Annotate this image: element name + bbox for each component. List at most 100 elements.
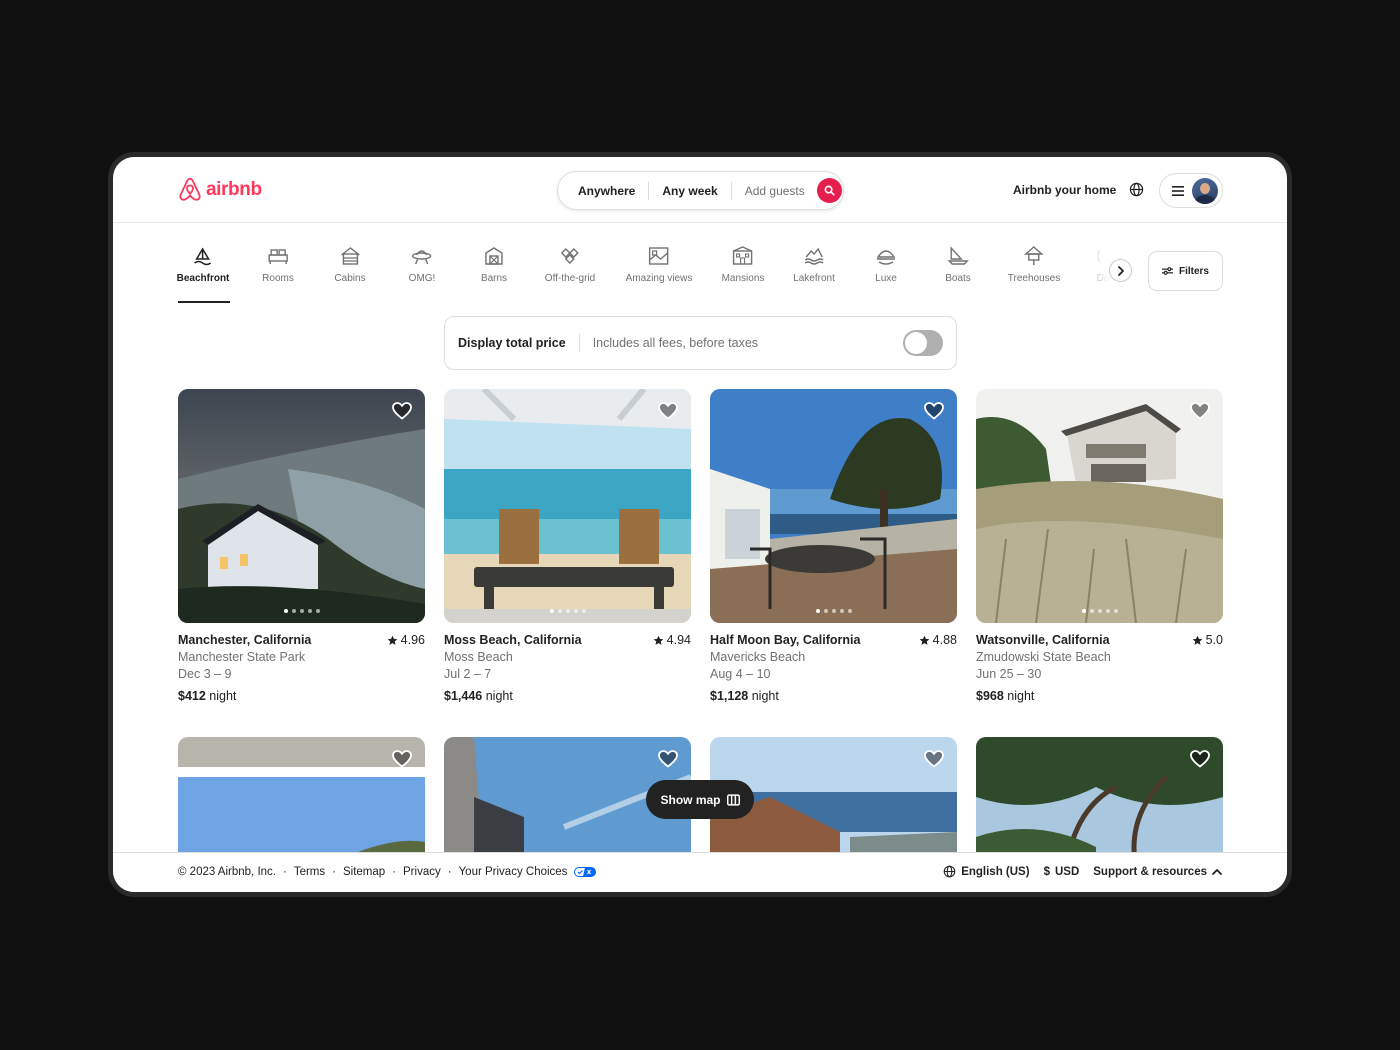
airbnb-logo[interactable]: airbnb bbox=[178, 177, 262, 203]
search-bar[interactable]: Anywhere Any week Add guests bbox=[557, 171, 844, 210]
currency-label: USD bbox=[1054, 865, 1080, 878]
show-map-button[interactable]: Show map bbox=[646, 780, 754, 819]
language-selector[interactable]: English (US) bbox=[943, 865, 1030, 878]
category-label: Amazing views bbox=[625, 273, 693, 284]
search-button[interactable] bbox=[816, 178, 842, 203]
category-treehouses[interactable]: Treehouses bbox=[1008, 245, 1060, 284]
user-menu-button[interactable] bbox=[1159, 173, 1223, 208]
listing-title: Half Moon Bay, California bbox=[710, 633, 861, 647]
privacy-choices-icon bbox=[574, 867, 597, 877]
category-label: OMG! bbox=[408, 273, 436, 284]
category-label: Boats bbox=[945, 273, 971, 284]
luxe-icon bbox=[875, 245, 897, 267]
heart-icon[interactable] bbox=[658, 402, 678, 425]
category-omg[interactable]: OMG! bbox=[408, 245, 436, 284]
category-amazing-views[interactable]: Amazing views bbox=[625, 245, 693, 284]
category-cabins[interactable]: Cabins bbox=[334, 245, 366, 284]
currency-symbol: $ bbox=[1043, 865, 1050, 878]
barn-icon bbox=[483, 245, 505, 267]
footer-terms-link[interactable]: Terms bbox=[294, 866, 325, 878]
listing-photo[interactable] bbox=[444, 389, 691, 623]
footer-privacy-choices-link[interactable]: Your Privacy Choices bbox=[459, 866, 568, 878]
footer-sitemap-link[interactable]: Sitemap bbox=[343, 866, 385, 878]
search-any-week[interactable]: Any week bbox=[649, 181, 732, 200]
listing-photo[interactable] bbox=[976, 389, 1223, 623]
search-icon bbox=[824, 185, 835, 196]
listing-photo[interactable] bbox=[178, 737, 425, 867]
category-off-the-grid[interactable]: Off-the-grid bbox=[545, 245, 595, 284]
category-beachfront[interactable]: Beachfront bbox=[177, 245, 229, 284]
filters-button[interactable]: Filters bbox=[1148, 251, 1223, 291]
hamburger-icon bbox=[1172, 185, 1184, 196]
active-category-underline bbox=[178, 301, 230, 303]
footer-copyright: © 2023 Airbnb, Inc. bbox=[178, 866, 276, 878]
language-label: English (US) bbox=[961, 865, 1030, 878]
browser-screen: airbnb Anywhere Any week Add guests Airb… bbox=[113, 157, 1287, 892]
globe-icon[interactable] bbox=[1129, 182, 1144, 202]
window-ocean-photo bbox=[178, 737, 425, 867]
listing-photo[interactable] bbox=[976, 737, 1223, 867]
airbnb-your-home-link[interactable]: Airbnb your home bbox=[1013, 183, 1116, 197]
listing-card[interactable]: Half Moon Bay, California 4.88 Mavericks… bbox=[710, 389, 957, 703]
star-icon bbox=[1192, 635, 1202, 645]
treehouse-icon bbox=[1023, 245, 1045, 267]
currency-selector[interactable]: $ USD bbox=[1044, 866, 1080, 878]
listing-price: $1,446 night bbox=[444, 689, 691, 703]
heart-icon[interactable] bbox=[658, 750, 678, 773]
listing-photo[interactable] bbox=[710, 389, 957, 623]
heart-icon[interactable] bbox=[392, 402, 412, 425]
heart-icon[interactable] bbox=[1190, 750, 1210, 773]
category-luxe[interactable]: Luxe bbox=[875, 245, 897, 284]
chevron-right-icon bbox=[1117, 265, 1124, 276]
category-rooms[interactable]: Rooms bbox=[262, 245, 294, 284]
category-label: Mansions bbox=[721, 273, 765, 284]
search-add-guests[interactable]: Add guests bbox=[732, 182, 813, 200]
show-map-label: Show map bbox=[660, 792, 721, 807]
listing-price: $968 night bbox=[976, 689, 1223, 703]
category-next-button[interactable] bbox=[1109, 259, 1132, 282]
listing-rating-value: 4.88 bbox=[932, 633, 957, 647]
heart-icon[interactable] bbox=[392, 750, 412, 773]
search-anywhere[interactable]: Anywhere bbox=[558, 181, 650, 200]
category-label: Barns bbox=[480, 273, 508, 284]
category-boats[interactable]: Boats bbox=[945, 245, 971, 284]
listing-price: $412 night bbox=[178, 689, 425, 703]
total-price-panel: Display total price Includes all fees, b… bbox=[444, 316, 957, 370]
category-mansions[interactable]: Mansions bbox=[721, 245, 765, 284]
category-label: Treehouses bbox=[1007, 273, 1061, 284]
listing-card[interactable]: Watsonville, California 5.0 Zmudowski St… bbox=[976, 389, 1223, 703]
total-price-toggle[interactable] bbox=[903, 330, 943, 356]
category-label: Off-the-grid bbox=[544, 273, 596, 284]
listing-place: Manchester State Park bbox=[178, 650, 306, 664]
total-price-subtitle: Includes all fees, before taxes bbox=[592, 336, 759, 350]
star-icon bbox=[653, 635, 664, 645]
listing-dates: Dec 3 – 9 bbox=[178, 667, 232, 681]
star-icon bbox=[919, 635, 930, 645]
listing-rating-value: 4.96 bbox=[400, 633, 425, 647]
heart-icon[interactable] bbox=[1190, 402, 1210, 425]
listing-rating: 4.88 bbox=[919, 633, 957, 647]
listing-price-value: $1,128 bbox=[710, 689, 749, 703]
listing-price-unit: night bbox=[1007, 689, 1035, 703]
top-header: airbnb Anywhere Any week Add guests Airb… bbox=[113, 157, 1287, 223]
support-resources-button[interactable]: Support & resources bbox=[1093, 866, 1222, 878]
listing-card[interactable]: Manchester, California 4.96 Manchester S… bbox=[178, 389, 425, 703]
listing-photo[interactable] bbox=[178, 389, 425, 623]
listing-price-value: $412 bbox=[178, 689, 206, 703]
category-label: Luxe bbox=[875, 273, 897, 284]
footer-privacy-link[interactable]: Privacy bbox=[403, 866, 441, 878]
listing-rating-value: 4.94 bbox=[666, 633, 691, 647]
footer-separator: · bbox=[447, 866, 452, 878]
cypress-tree-photo bbox=[976, 737, 1223, 867]
heart-icon[interactable] bbox=[924, 750, 944, 773]
ocean-deck-chairs-photo bbox=[444, 389, 691, 623]
footer-separator: · bbox=[282, 866, 287, 878]
listing-price-unit: night bbox=[485, 689, 513, 703]
photo-dots bbox=[549, 609, 586, 613]
listing-rating: 5.0 bbox=[1192, 633, 1223, 647]
category-barns[interactable]: Barns bbox=[481, 245, 507, 284]
category-bar: Beachfront Rooms Cabins OMG! Barns Off-the-gr… bbox=[163, 245, 1123, 305]
listing-card[interactable]: Moss Beach, California 4.94 Moss Beach J… bbox=[444, 389, 691, 703]
heart-icon[interactable] bbox=[924, 402, 944, 425]
category-lakefront[interactable]: Lakefront bbox=[793, 245, 835, 284]
